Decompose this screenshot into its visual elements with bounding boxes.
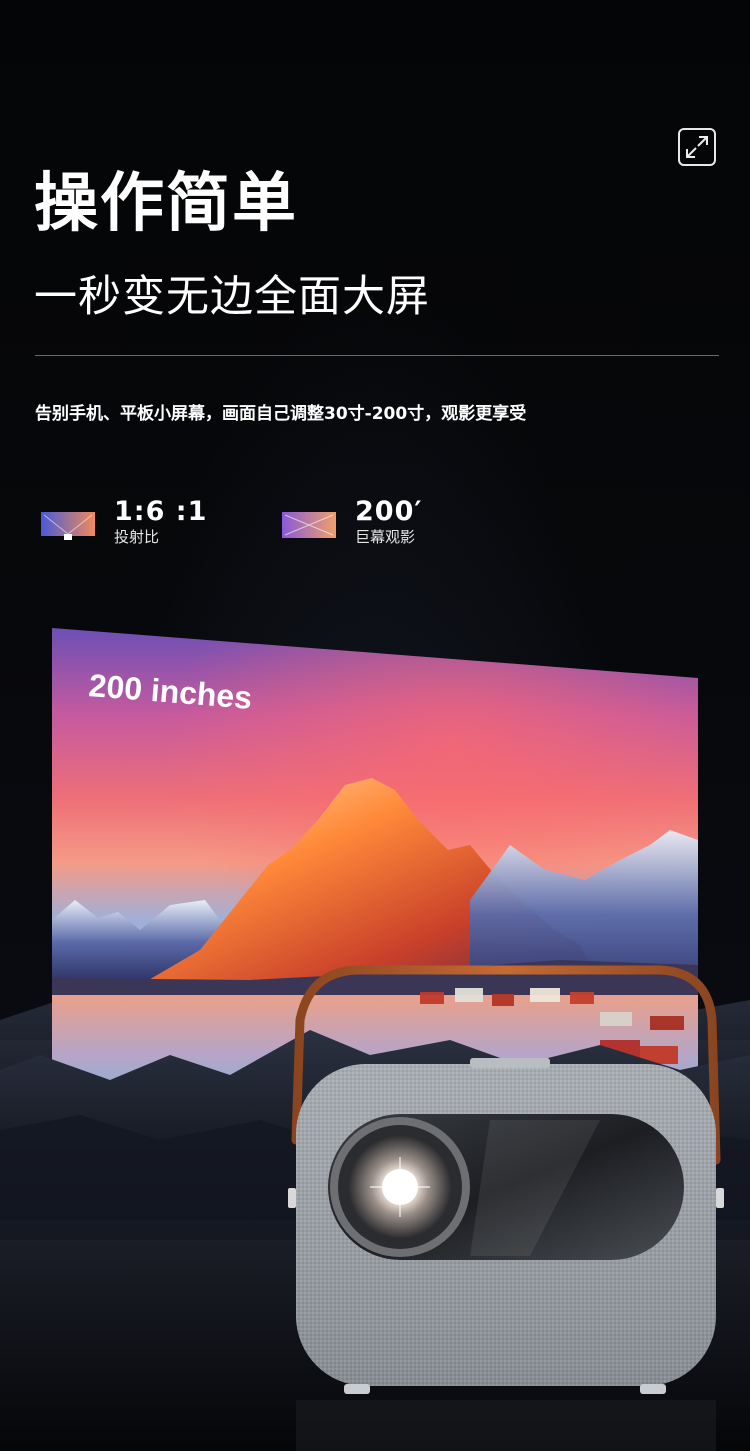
divider	[35, 355, 719, 356]
projection-scene: 200 inches	[0, 628, 750, 1451]
big-screen-icon	[282, 512, 336, 538]
spec-screen-size: 200′ 巨幕观影	[281, 498, 422, 545]
spec-throw-ratio: 1:6 :1 投射比	[40, 498, 207, 545]
throw-ratio-label: 投射比	[114, 528, 160, 546]
expand-arrows-icon	[686, 136, 708, 158]
screen-size-label: 巨幕观影	[355, 528, 416, 546]
page-subtitle: 一秒变无边全面大屏	[34, 272, 430, 322]
product-page: 操作简单 一秒变无边全面大屏 告别手机、平板小屏幕，画面自己调整30寸-200寸…	[0, 0, 750, 1451]
screen-size-value: 200′	[355, 496, 423, 527]
throw-ratio-icon	[41, 512, 95, 540]
projected-screen: 200 inches	[52, 628, 698, 1116]
expand-button[interactable]	[678, 128, 716, 166]
throw-ratio-value: 1:6 :1	[114, 496, 208, 527]
feature-description: 告别手机、平板小屏幕，画面自己调整30寸-200寸，观影更享受	[35, 404, 527, 424]
page-title: 操作简单	[34, 167, 298, 241]
